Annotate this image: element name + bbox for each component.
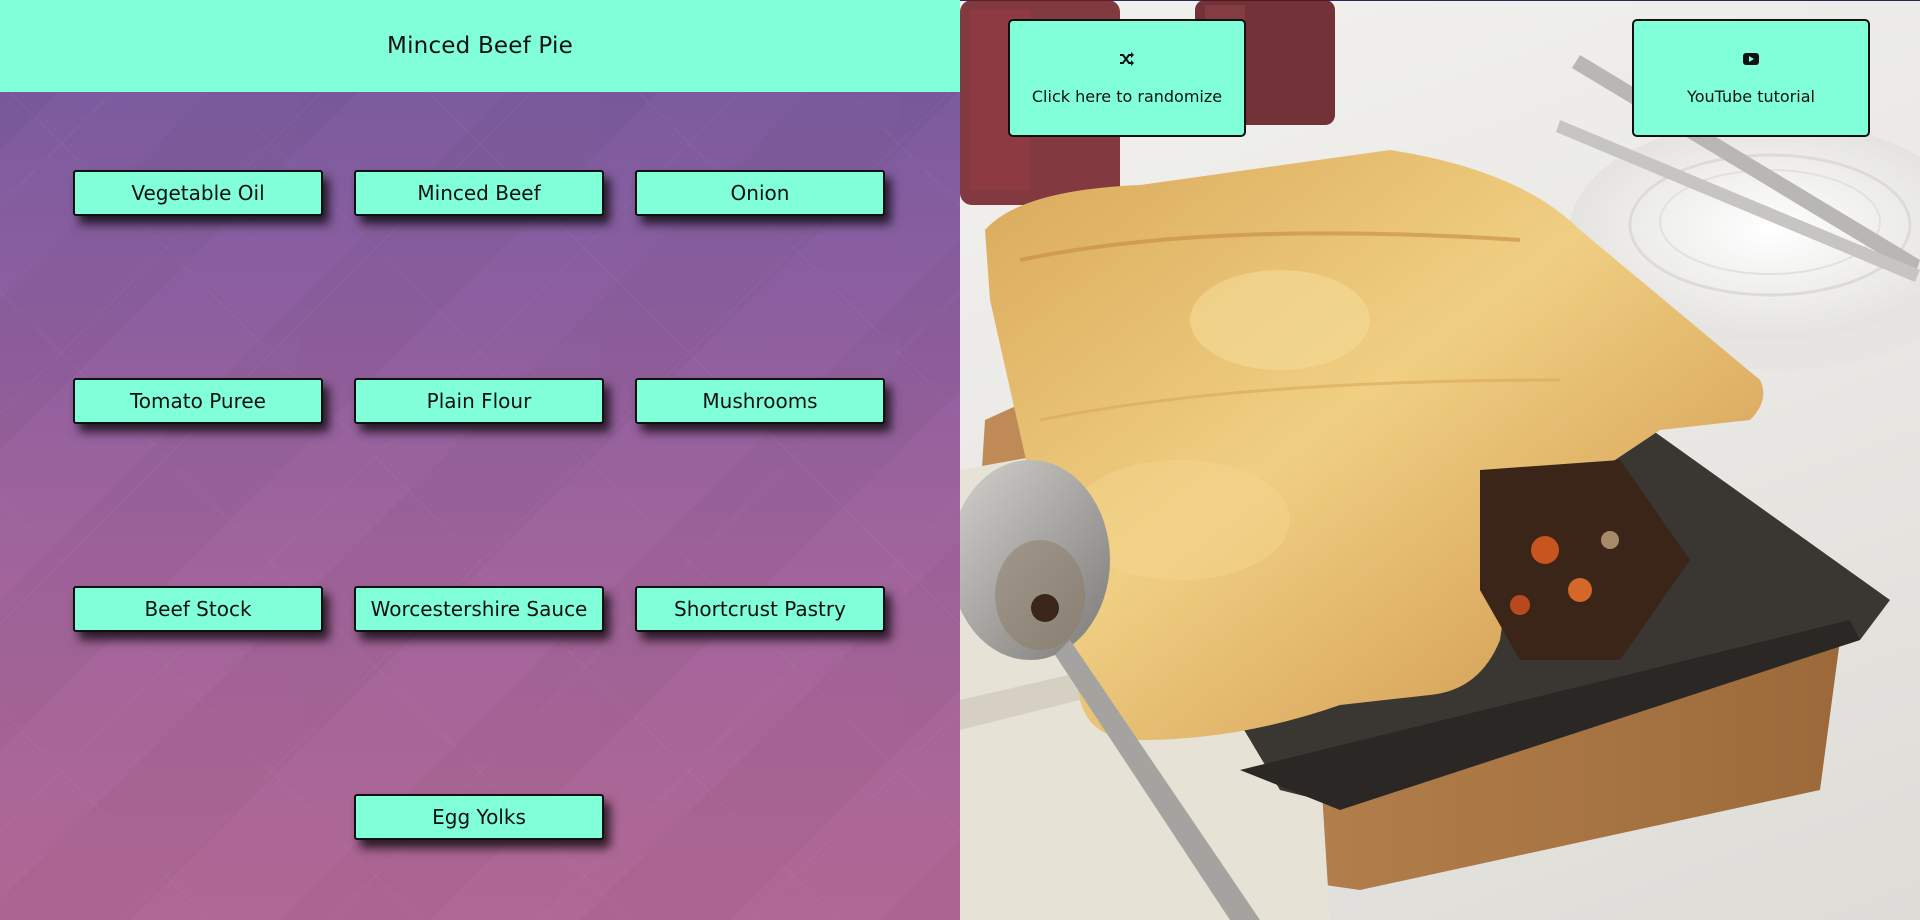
ingredient-button-worcestershire-sauce[interactable]: Worcestershire Sauce [354,586,604,632]
ingredient-label: Mushrooms [702,389,818,413]
ingredient-button-plain-flour[interactable]: Plain Flour [354,378,604,424]
shuffle-icon [1118,51,1136,67]
pie-photo-illustration [960,0,1920,920]
ingredient-label: Egg Yolks [432,805,526,829]
randomize-button[interactable]: Click here to randomize [1008,19,1246,137]
recipe-photo: Click here to randomize YouTube tutorial [960,0,1920,920]
ingredient-button-vegetable-oil[interactable]: Vegetable Oil [73,170,323,216]
randomize-label: Click here to randomize [1031,86,1223,106]
ingredient-button-tomato-puree[interactable]: Tomato Puree [73,378,323,424]
recipe-title: Minced Beef Pie [387,33,573,59]
ingredient-label: Minced Beef [417,181,541,205]
background-shade [0,0,960,920]
ingredient-label: Shortcrust Pastry [674,597,846,621]
ingredient-label: Beef Stock [144,597,252,621]
youtube-tutorial-button[interactable]: YouTube tutorial [1632,19,1870,137]
title-bar: Minced Beef Pie [0,0,960,92]
ingredient-label: Plain Flour [426,389,532,413]
ingredient-label: Onion [730,181,790,205]
ingredient-button-shortcrust-pastry[interactable]: Shortcrust Pastry [635,586,885,632]
ingredient-button-egg-yolks[interactable]: Egg Yolks [354,794,604,840]
ingredient-button-onion[interactable]: Onion [635,170,885,216]
ingredient-label: Tomato Puree [129,389,266,413]
youtube-tutorial-label: YouTube tutorial [1687,86,1815,106]
ingredient-button-mushrooms[interactable]: Mushrooms [635,378,885,424]
ingredient-label: Vegetable Oil [131,181,265,205]
youtube-icon [1742,51,1760,67]
ingredients-panel: Minced Beef Pie Vegetable Oil Minced Bee… [0,0,960,920]
app-root: Minced Beef Pie Vegetable Oil Minced Bee… [0,0,1920,920]
ingredient-label: Worcestershire Sauce [370,597,588,621]
ingredient-button-beef-stock[interactable]: Beef Stock [73,586,323,632]
ingredient-button-minced-beef[interactable]: Minced Beef [354,170,604,216]
